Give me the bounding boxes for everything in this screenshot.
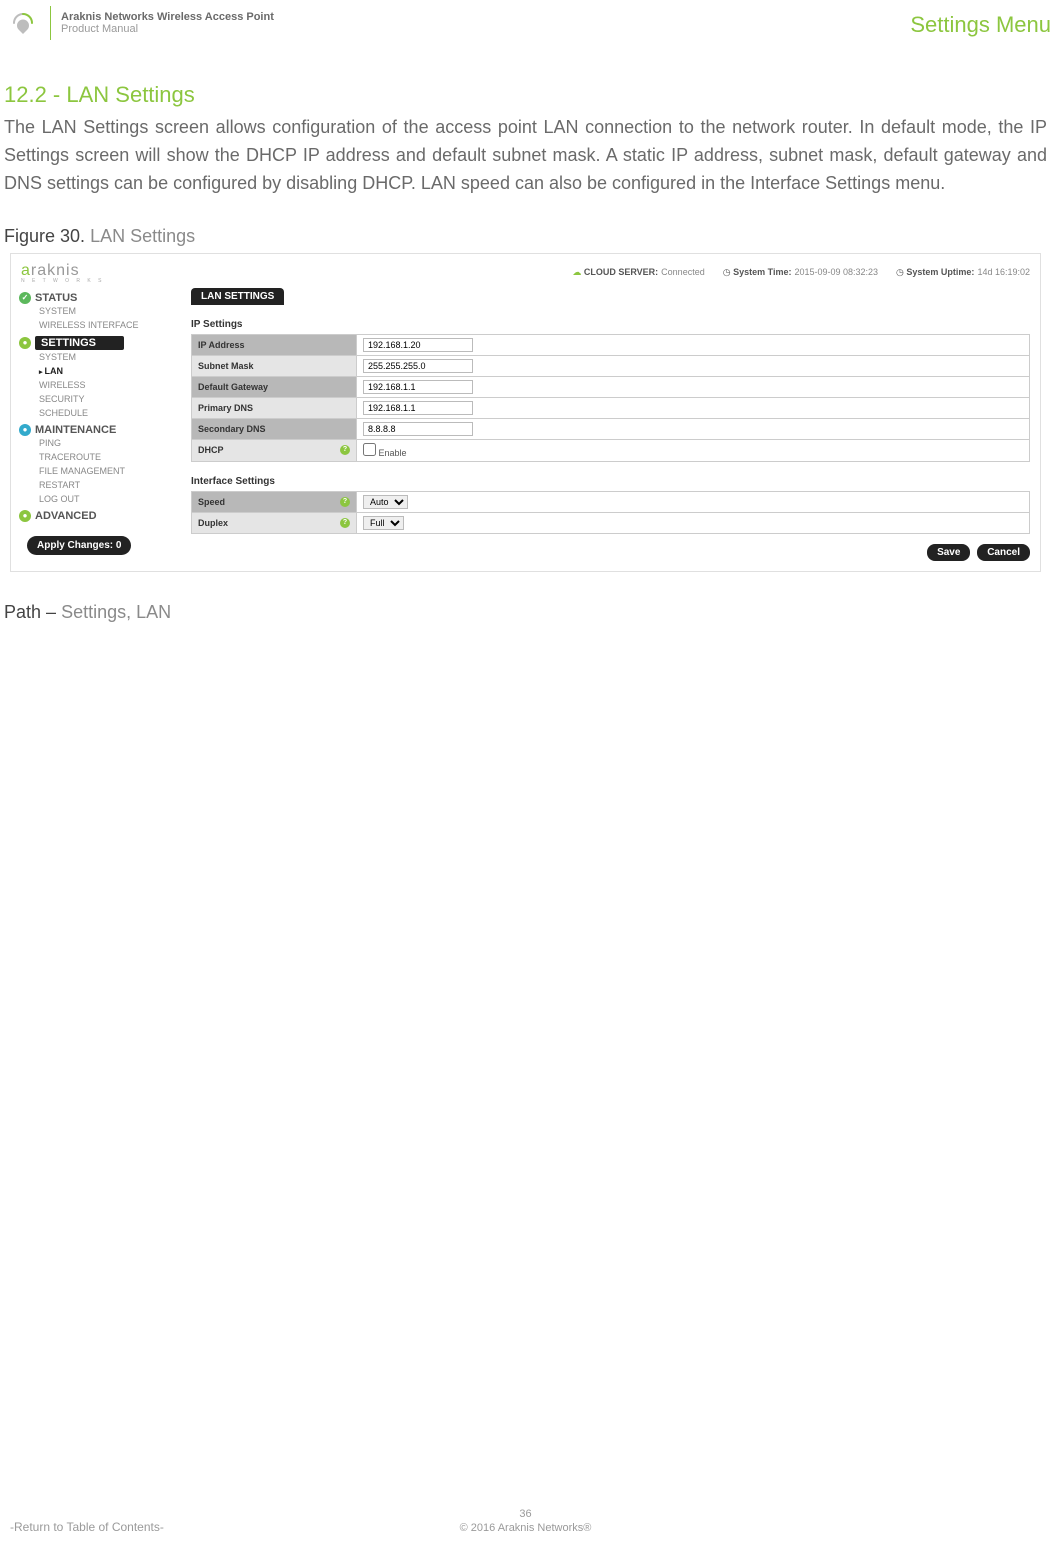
header-divider — [50, 6, 51, 40]
gateway-input[interactable] — [363, 380, 473, 394]
sidebar-nav: ✓ STATUS SYSTEM WIRELESS INTERFACE ● SET… — [11, 288, 181, 571]
path-line: Path – Settings, LAN — [0, 590, 1051, 623]
help-icon[interactable]: ? — [340, 497, 350, 507]
cancel-button[interactable]: Cancel — [977, 544, 1030, 561]
nav-item-restart[interactable]: RESTART — [39, 478, 181, 492]
screenshot-topbar: aaraknisraknis N E T W O R K S ☁ CLOUD S… — [11, 254, 1040, 288]
secondary-dns-input[interactable] — [363, 422, 473, 436]
help-icon[interactable]: ? — [340, 445, 350, 455]
ip-address-input[interactable] — [363, 338, 473, 352]
nav-group-settings[interactable]: ● SETTINGS — [19, 336, 181, 350]
gear-icon: ● — [19, 337, 31, 349]
product-subtitle: Product Manual — [61, 23, 274, 35]
page-footer: 36 © 2016 Araknis Networks® -Return to T… — [0, 1508, 1051, 1534]
figure-caption: Figure 30. LAN Settings — [0, 226, 1051, 247]
section-heading: 12.2 - LAN Settings — [0, 82, 1051, 108]
duplex-label: Duplex? — [192, 512, 357, 533]
product-name: Araknis Networks Wireless Access Point — [61, 11, 274, 23]
figure-description: LAN Settings — [90, 226, 195, 246]
speed-label: Speed? — [192, 491, 357, 512]
nav-group-maintenance[interactable]: ● MAINTENANCE — [19, 424, 181, 436]
subnet-label: Subnet Mask — [192, 355, 357, 376]
figure-screenshot: aaraknisraknis N E T W O R K S ☁ CLOUD S… — [10, 253, 1041, 572]
interface-settings-table: Speed? Auto Duplex? Full — [191, 491, 1030, 534]
system-time: ◷ System Time:2015-09-09 08:32:23 — [723, 267, 878, 278]
page-header: Araknis Networks Wireless Access Point P… — [0, 0, 1051, 46]
header-text: Araknis Networks Wireless Access Point P… — [61, 11, 274, 35]
system-uptime: ◷ System Uptime:14d 16:19:02 — [896, 267, 1030, 278]
uptime-icon: ◷ — [896, 267, 904, 277]
path-label: Path – — [4, 602, 56, 622]
wrench-icon: ● — [19, 424, 31, 436]
gateway-label: Default Gateway — [192, 376, 357, 397]
nav-item-system[interactable]: SYSTEM — [39, 304, 181, 318]
nav-item-security[interactable]: SECURITY — [39, 392, 181, 406]
help-icon[interactable]: ? — [340, 518, 350, 528]
nav-item-ping[interactable]: PING — [39, 436, 181, 450]
primary-dns-input[interactable] — [363, 401, 473, 415]
nav-item-wireless[interactable]: WIRELESS — [39, 378, 181, 392]
return-to-toc-link[interactable]: -Return to Table of Contents- — [10, 1520, 164, 1534]
interface-settings-title: Interface Settings — [191, 476, 1030, 487]
nav-item-settings-system[interactable]: SYSTEM — [39, 350, 181, 364]
screenshot-logo: aaraknisraknis N E T W O R K S — [21, 262, 104, 284]
ip-settings-table: IP Address Subnet Mask Default Gateway P… — [191, 334, 1030, 462]
save-button[interactable]: Save — [927, 544, 970, 561]
section-body: The LAN Settings screen allows configura… — [0, 114, 1051, 198]
nav-item-log-out[interactable]: LOG OUT — [39, 492, 181, 506]
page-number: 36 — [0, 1508, 1051, 1520]
nav-item-schedule[interactable]: SCHEDULE — [39, 406, 181, 420]
duplex-select[interactable]: Full — [363, 516, 404, 530]
logo-subtext: N E T W O R K S — [21, 278, 104, 284]
dhcp-enable-text: Enable — [379, 448, 407, 458]
nav-item-lan[interactable]: LAN — [39, 364, 181, 378]
dhcp-label: DHCP? — [192, 439, 357, 461]
cloud-icon: ☁ — [572, 267, 581, 277]
nav-item-file-management[interactable]: FILE MANAGEMENT — [39, 464, 181, 478]
nav-group-advanced[interactable]: ● ADVANCED — [19, 510, 181, 522]
speed-select[interactable]: Auto — [363, 495, 408, 509]
plus-icon: ● — [19, 510, 31, 522]
subnet-input[interactable] — [363, 359, 473, 373]
check-icon: ✓ — [19, 292, 31, 304]
nav-group-status[interactable]: ✓ STATUS — [19, 292, 181, 304]
primary-dns-label: Primary DNS — [192, 397, 357, 418]
brand-logo-icon — [6, 6, 40, 40]
apply-changes-button[interactable]: Apply Changes: 0 — [27, 536, 131, 555]
figure-number: Figure 30. — [4, 226, 85, 246]
cloud-status: ☁ CLOUD SERVER:Connected — [572, 267, 704, 278]
nav-item-traceroute[interactable]: TRACEROUTE — [39, 450, 181, 464]
page-tab: LAN SETTINGS — [191, 288, 284, 305]
nav-item-wireless-interface[interactable]: WIRELESS INTERFACE — [39, 318, 181, 332]
ip-address-label: IP Address — [192, 334, 357, 355]
clock-icon: ◷ — [723, 267, 731, 277]
ip-settings-title: IP Settings — [191, 319, 1030, 330]
settings-menu-link[interactable]: Settings Menu — [910, 12, 1051, 38]
copyright: © 2016 Araknis Networks® — [460, 1522, 592, 1534]
path-value: Settings, LAN — [61, 602, 171, 622]
main-panel: LAN SETTINGS IP Settings IP Address Subn… — [181, 288, 1040, 571]
dhcp-checkbox[interactable] — [363, 443, 376, 456]
secondary-dns-label: Secondary DNS — [192, 418, 357, 439]
